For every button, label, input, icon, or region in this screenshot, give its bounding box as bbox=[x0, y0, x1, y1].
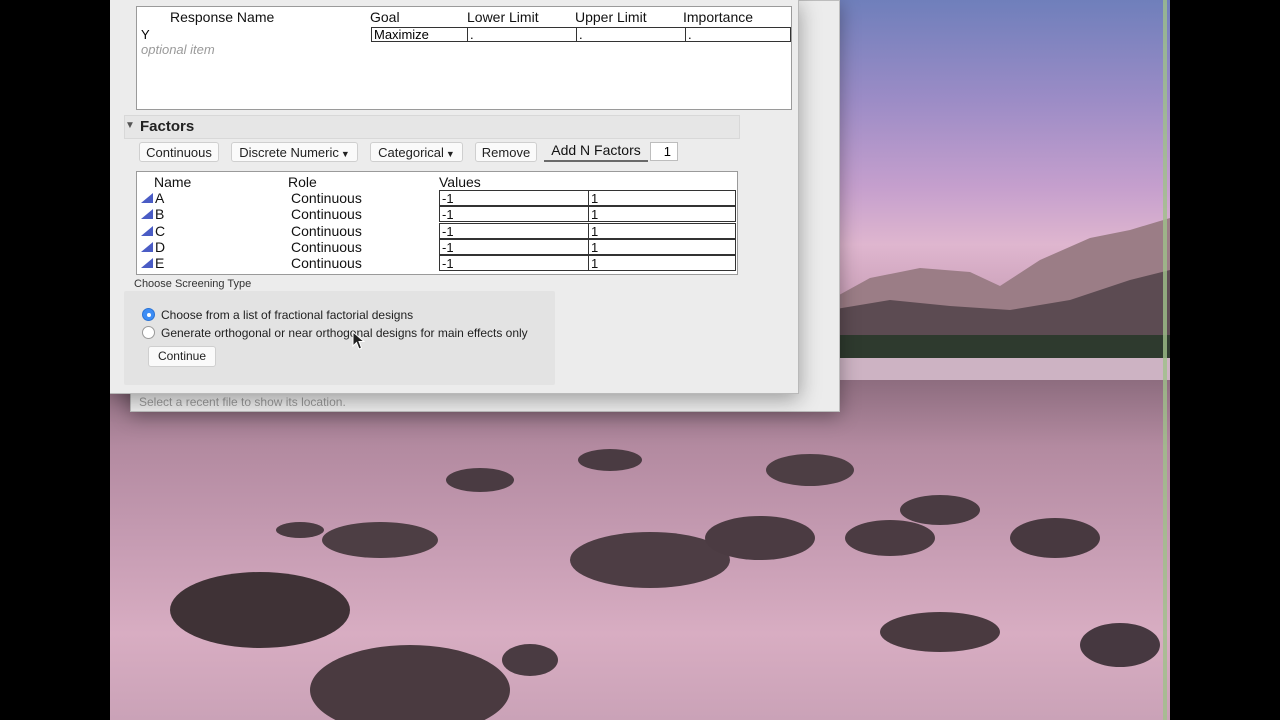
factors-table: Name Role Values A Continuous -1 1 B Con… bbox=[136, 171, 738, 275]
response-goal-cell[interactable]: Maximize bbox=[371, 27, 467, 42]
header-values: Values bbox=[439, 174, 481, 190]
factor-high-value[interactable]: 1 bbox=[588, 206, 736, 223]
factor-high-value[interactable]: 1 bbox=[588, 190, 736, 206]
categorical-button[interactable]: Categorical ▼ bbox=[370, 142, 463, 162]
response-importance-cell[interactable]: . bbox=[685, 27, 791, 42]
dropdown-arrow-icon: ▼ bbox=[340, 149, 350, 159]
table-row[interactable]: B Continuous -1 1 bbox=[137, 206, 737, 223]
header-lower-limit: Lower Limit bbox=[467, 9, 539, 25]
right-black-bar bbox=[1170, 0, 1280, 720]
response-name-cell[interactable]: Y bbox=[141, 27, 150, 42]
factor-role: Continuous bbox=[291, 238, 362, 255]
remove-button-label: Remove bbox=[481, 145, 531, 160]
dropdown-arrow-icon: ▼ bbox=[445, 149, 455, 159]
factors-section-header[interactable]: ▼ Factors bbox=[124, 115, 740, 139]
fractional-factorial-label: Choose from a list of fractional factori… bbox=[161, 308, 414, 322]
add-n-factors-button[interactable]: Add N Factors bbox=[544, 142, 648, 162]
continuous-factor-icon bbox=[141, 193, 153, 203]
factor-role: Continuous bbox=[291, 206, 362, 223]
factor-low-value[interactable]: -1 bbox=[439, 238, 589, 255]
factor-role: Continuous bbox=[291, 255, 362, 272]
optional-item-placeholder[interactable]: optional item bbox=[141, 42, 215, 57]
mountain-illustration bbox=[830, 218, 1170, 380]
table-row[interactable]: D Continuous -1 1 bbox=[137, 238, 737, 255]
table-row[interactable]: E Continuous -1 1 bbox=[137, 255, 737, 272]
response-upper-limit-cell[interactable]: . bbox=[576, 27, 685, 42]
header-importance: Importance bbox=[683, 9, 754, 25]
lake-rocks-illustration bbox=[170, 449, 1160, 720]
factor-high-value[interactable]: 1 bbox=[588, 255, 736, 272]
continuous-factor-icon bbox=[141, 225, 153, 236]
responses-table: Response Name Goal Lower Limit Upper Lim… bbox=[136, 6, 792, 110]
screening-design-window: Response Name Goal Lower Limit Upper Lim… bbox=[110, 0, 799, 394]
mouse-pointer-icon bbox=[352, 331, 366, 350]
response-lower-limit-cell[interactable]: . bbox=[467, 27, 576, 42]
recent-file-status: Select a recent file to show its locatio… bbox=[139, 395, 346, 409]
screening-type-panel: Choose from a list of fractional factori… bbox=[124, 291, 555, 385]
discrete-numeric-button[interactable]: Discrete Numeric ▼ bbox=[231, 142, 358, 162]
radio-unselected-icon[interactable] bbox=[142, 326, 155, 339]
factor-name[interactable]: D bbox=[155, 239, 165, 255]
factors-header-row: Name Role Values bbox=[137, 172, 737, 190]
table-row[interactable]: A Continuous -1 1 bbox=[137, 190, 737, 206]
factor-name[interactable]: C bbox=[155, 223, 165, 239]
remove-button[interactable]: Remove bbox=[475, 142, 537, 162]
header-response-name: Response Name bbox=[170, 9, 275, 25]
continuous-button[interactable]: Continuous bbox=[139, 142, 219, 162]
factor-high-value[interactable]: 1 bbox=[588, 238, 736, 255]
continuous-factor-icon bbox=[141, 209, 153, 220]
categorical-label: Categorical bbox=[378, 145, 444, 160]
factor-high-value[interactable]: 1 bbox=[588, 222, 736, 239]
radio-selected-icon[interactable] bbox=[142, 308, 155, 321]
factors-title: Factors bbox=[140, 118, 195, 135]
factor-name[interactable]: E bbox=[155, 255, 164, 271]
header-role: Role bbox=[288, 174, 317, 190]
responses-header-row: Response Name Goal Lower Limit Upper Lim… bbox=[137, 7, 791, 27]
factor-low-value[interactable]: -1 bbox=[439, 255, 589, 272]
factor-low-value[interactable]: -1 bbox=[439, 222, 589, 239]
factor-low-value[interactable]: -1 bbox=[439, 206, 589, 223]
response-row[interactable]: Y Maximize . . . bbox=[137, 27, 791, 43]
screening-type-label: Choose Screening Type bbox=[134, 278, 252, 290]
continue-button[interactable]: Continue bbox=[148, 346, 216, 367]
table-row[interactable]: C Continuous -1 1 bbox=[137, 222, 737, 239]
header-name: Name bbox=[154, 174, 192, 190]
left-black-bar bbox=[0, 0, 110, 720]
add-n-factors-input[interactable]: 1 bbox=[650, 142, 678, 161]
header-goal: Goal bbox=[370, 9, 400, 25]
header-upper-limit: Upper Limit bbox=[575, 9, 647, 25]
factor-role: Continuous bbox=[291, 190, 362, 206]
factor-name[interactable]: A bbox=[155, 190, 164, 206]
factor-role: Continuous bbox=[291, 222, 362, 239]
factor-low-value[interactable]: -1 bbox=[439, 190, 589, 206]
factor-name[interactable]: B bbox=[155, 206, 164, 222]
continuous-factor-icon bbox=[141, 241, 153, 252]
continuous-factor-icon bbox=[141, 258, 153, 269]
orthogonal-design-label: Generate orthogonal or near orthogonal d… bbox=[161, 326, 528, 340]
continuous-button-label: Continuous bbox=[146, 145, 212, 160]
discrete-numeric-label: Discrete Numeric bbox=[239, 145, 339, 160]
disclosure-triangle-icon[interactable]: ▼ bbox=[125, 120, 135, 131]
window-edge-strip bbox=[1163, 0, 1167, 720]
